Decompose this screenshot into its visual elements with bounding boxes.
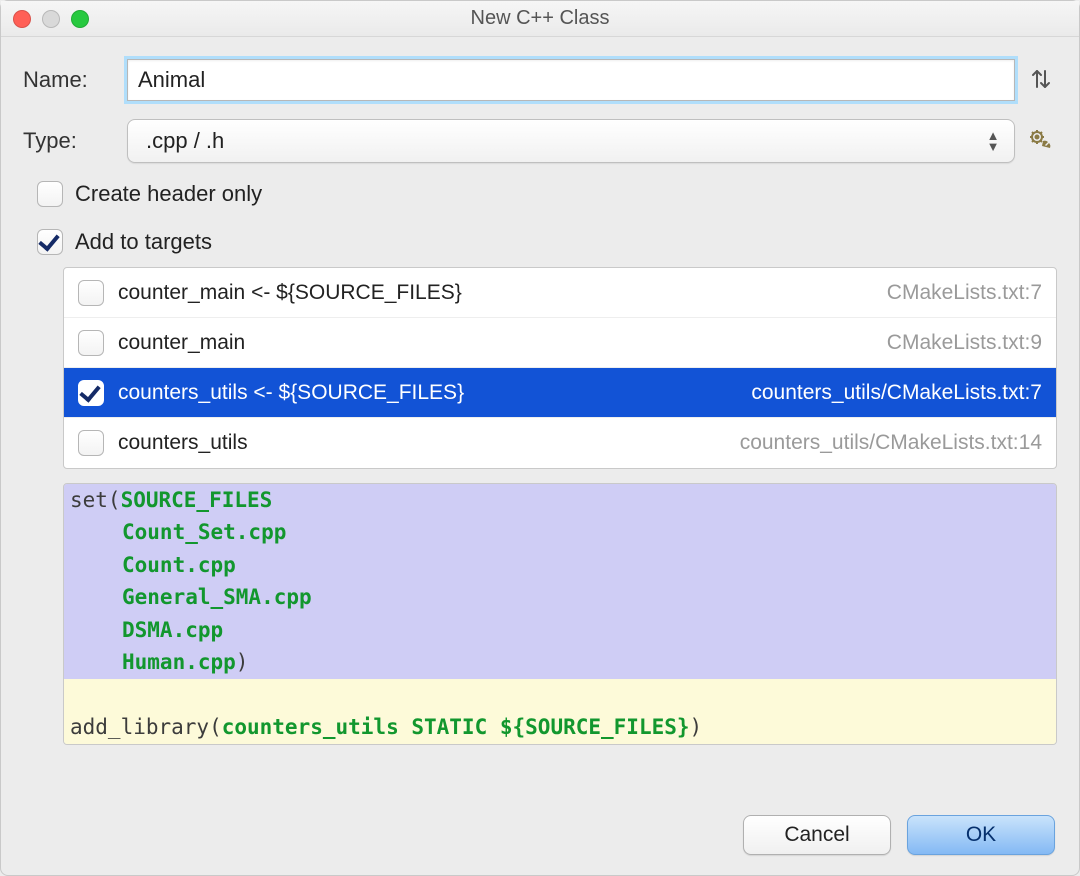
target-checkbox[interactable] (78, 280, 104, 306)
window-title: New C++ Class (1, 7, 1079, 30)
header-only-label: Create header only (75, 181, 262, 207)
target-label: counter_main <- ${SOURCE_FILES} (118, 281, 887, 305)
cancel-button[interactable]: Cancel (743, 815, 891, 855)
target-checkbox[interactable] (78, 330, 104, 356)
target-item[interactable]: counters_utils counters_utils/CMakeLists… (64, 418, 1056, 468)
target-item[interactable]: counter_main CMakeLists.txt:9 (64, 318, 1056, 368)
add-to-targets-option[interactable]: Add to targets (37, 229, 1057, 255)
code-line: Count_Set.cpp (64, 516, 1056, 548)
sort-order-icon[interactable] (1025, 60, 1057, 100)
add-to-targets-label: Add to targets (75, 229, 212, 255)
name-input[interactable] (127, 59, 1015, 101)
target-item[interactable]: counters_utils <- ${SOURCE_FILES} counte… (64, 368, 1056, 418)
code-line: set(SOURCE_FILES (64, 484, 1056, 516)
titlebar: New C++ Class (1, 1, 1079, 37)
target-checkbox[interactable] (78, 430, 104, 456)
target-label: counter_main (118, 331, 887, 355)
name-label: Name: (23, 67, 127, 93)
target-path: counters_utils/CMakeLists.txt:7 (751, 381, 1042, 405)
code-line: Count.cpp (64, 549, 1056, 581)
code-line: General_SMA.cpp (64, 581, 1056, 613)
target-label: counters_utils <- ${SOURCE_FILES} (118, 381, 751, 405)
type-select[interactable]: .cpp / .h ▲▼ (127, 119, 1015, 163)
code-line: Human.cpp) (64, 646, 1056, 678)
code-line (64, 679, 1056, 711)
chevron-updown-icon: ▲▼ (982, 120, 1004, 162)
type-label: Type: (23, 128, 127, 154)
code-line: add_library(counters_utils STATIC ${SOUR… (64, 711, 1056, 743)
dialog-footer: Cancel OK (743, 815, 1055, 855)
header-only-checkbox[interactable] (37, 181, 63, 207)
ok-button[interactable]: OK (907, 815, 1055, 855)
header-only-option[interactable]: Create header only (37, 181, 1057, 207)
target-path: CMakeLists.txt:9 (887, 331, 1042, 355)
type-row: Type: .cpp / .h ▲▼ (23, 119, 1057, 163)
code-line: DSMA.cpp (64, 614, 1056, 646)
target-checkbox[interactable] (78, 380, 104, 406)
target-item[interactable]: counter_main <- ${SOURCE_FILES} CMakeLis… (64, 268, 1056, 318)
add-to-targets-checkbox[interactable] (37, 229, 63, 255)
type-value: .cpp / .h (146, 128, 224, 154)
name-row: Name: (23, 59, 1057, 101)
target-label: counters_utils (118, 431, 740, 455)
cmake-preview: set(SOURCE_FILES Count_Set.cpp Count.cpp… (63, 483, 1057, 745)
target-path: counters_utils/CMakeLists.txt:14 (740, 431, 1042, 455)
targets-list: counter_main <- ${SOURCE_FILES} CMakeLis… (63, 267, 1057, 469)
target-path: CMakeLists.txt:7 (887, 281, 1042, 305)
settings-wrench-icon[interactable] (1025, 123, 1057, 159)
